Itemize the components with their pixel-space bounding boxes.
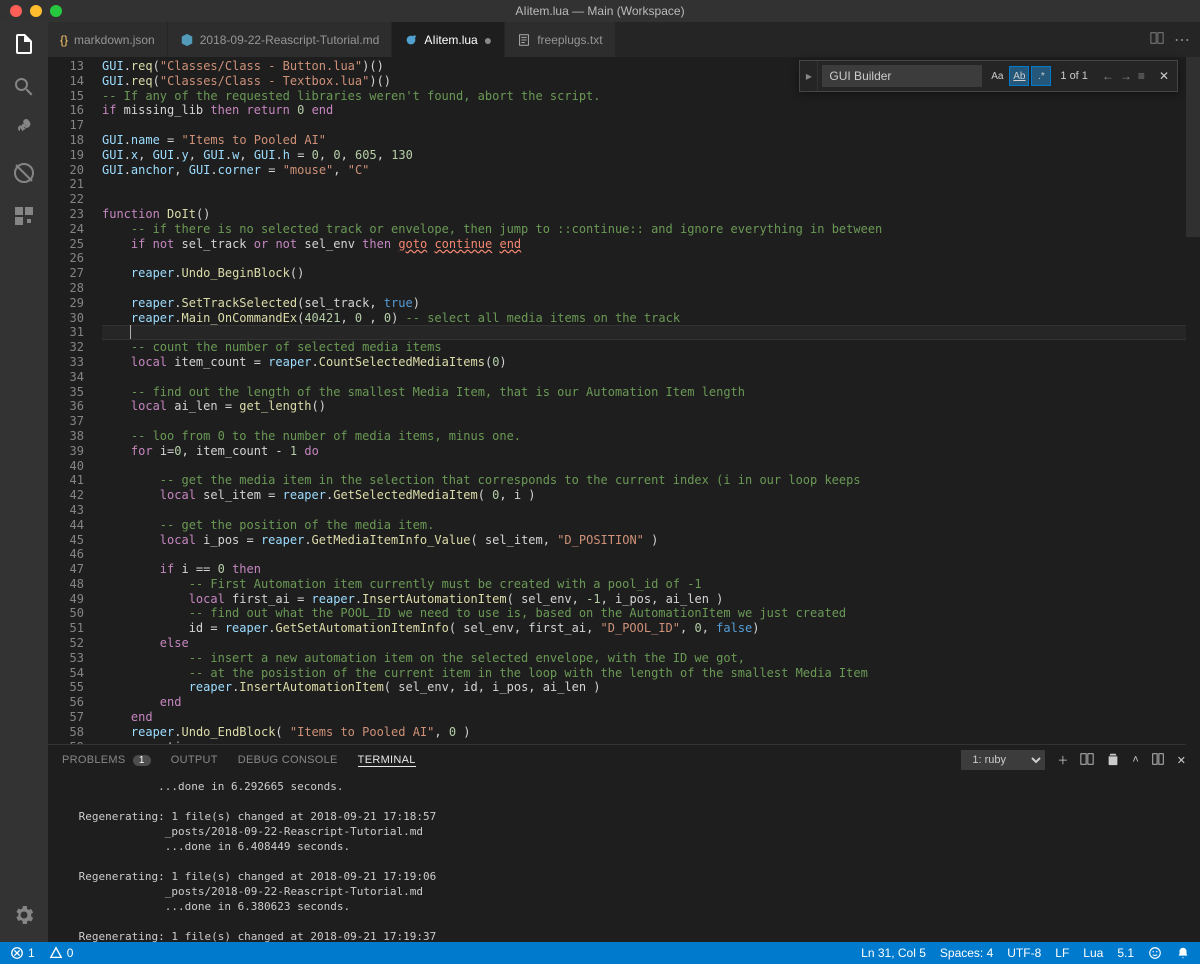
bottom-panel: PROBLEMS 1 OUTPUT DEBUG CONSOLE TERMINAL… bbox=[48, 744, 1200, 942]
status-bell-icon[interactable] bbox=[1176, 946, 1190, 960]
find-prev-icon[interactable]: ← bbox=[1102, 69, 1114, 83]
settings-gear-icon[interactable] bbox=[12, 903, 36, 930]
split-editor-icon[interactable] bbox=[1150, 31, 1164, 48]
status-eol[interactable]: LF bbox=[1055, 946, 1069, 960]
find-input[interactable] bbox=[822, 65, 982, 87]
find-in-selection-icon[interactable]: ≡ bbox=[1138, 69, 1145, 83]
code-editor[interactable]: 1314151617181920212223242526272829303132… bbox=[48, 57, 1200, 744]
match-whole-word-toggle[interactable]: Ab bbox=[1009, 66, 1029, 86]
regex-toggle[interactable]: .* bbox=[1031, 66, 1051, 86]
status-spaces[interactable]: Spaces: 4 bbox=[940, 946, 993, 960]
panel-close-icon[interactable]: ✕ bbox=[1177, 754, 1186, 767]
window-maximize-button[interactable] bbox=[50, 5, 62, 17]
tab-aiitem-lua[interactable]: AIitem.lua ● bbox=[392, 22, 505, 57]
tab-bar: {}markdown.json 2018-09-22-Reascript-Tuto… bbox=[48, 22, 1200, 57]
tab-label: freeplugs.txt bbox=[537, 33, 602, 47]
status-bar: 1 0 Ln 31, Col 5 Spaces: 4 UTF-8 LF Lua … bbox=[0, 942, 1200, 964]
activity-bar bbox=[0, 22, 48, 942]
status-version[interactable]: 5.1 bbox=[1117, 946, 1134, 960]
split-terminal-icon[interactable] bbox=[1080, 752, 1094, 769]
minimap[interactable] bbox=[1186, 57, 1200, 942]
status-warnings[interactable]: 0 bbox=[49, 946, 74, 960]
find-expand-toggle[interactable]: ▸ bbox=[800, 61, 818, 91]
source-control-icon[interactable] bbox=[12, 118, 36, 145]
problems-badge: 1 bbox=[133, 755, 151, 766]
extensions-icon[interactable] bbox=[12, 204, 36, 231]
find-widget: ▸ Aa Ab .* 1 of 1 ← → ≡ ✕ bbox=[799, 60, 1178, 92]
tab-freeplugs-txt[interactable]: freeplugs.txt bbox=[505, 22, 615, 57]
find-next-icon[interactable]: → bbox=[1120, 69, 1132, 83]
titlebar: AIitem.lua — Main (Workspace) bbox=[0, 0, 1200, 22]
panel-collapse-icon[interactable]: ˄ bbox=[1132, 754, 1138, 766]
window-close-button[interactable] bbox=[10, 5, 22, 17]
panel-tab-problems[interactable]: PROBLEMS 1 bbox=[62, 754, 151, 766]
status-feedback-icon[interactable] bbox=[1148, 946, 1162, 960]
tab-markdown-json[interactable]: {}markdown.json bbox=[48, 22, 168, 57]
tab-2018-09-22-reascript-tutorial-md[interactable]: 2018-09-22-Reascript-Tutorial.md bbox=[168, 22, 393, 57]
find-result-count: 1 of 1 bbox=[1060, 70, 1088, 82]
terminal-output[interactable]: ...done in 6.292665 seconds. Regeneratin… bbox=[48, 775, 1200, 942]
status-encoding[interactable]: UTF-8 bbox=[1007, 946, 1041, 960]
panel-tab-debug[interactable]: DEBUG CONSOLE bbox=[238, 754, 338, 766]
tab-label: markdown.json bbox=[74, 33, 155, 47]
explorer-icon[interactable] bbox=[12, 32, 36, 59]
panel-maximize-icon[interactable] bbox=[1151, 752, 1165, 769]
minimap-slider[interactable] bbox=[1186, 57, 1200, 237]
panel-tab-output[interactable]: OUTPUT bbox=[171, 754, 218, 766]
search-icon[interactable] bbox=[12, 75, 36, 102]
new-terminal-icon[interactable]: ＋ bbox=[1057, 752, 1068, 768]
tab-label: 2018-09-22-Reascript-Tutorial.md bbox=[200, 33, 380, 47]
match-case-toggle[interactable]: Aa bbox=[987, 66, 1007, 86]
kill-terminal-icon[interactable] bbox=[1106, 752, 1120, 769]
status-language[interactable]: Lua bbox=[1083, 946, 1103, 960]
more-actions-icon[interactable]: ⋯ bbox=[1174, 30, 1190, 50]
status-errors[interactable]: 1 bbox=[10, 946, 35, 960]
tab-dirty-icon: ● bbox=[484, 32, 492, 48]
tab-label: AIitem.lua bbox=[424, 33, 477, 47]
debug-icon[interactable] bbox=[12, 161, 36, 188]
window-minimize-button[interactable] bbox=[30, 5, 42, 17]
panel-tab-terminal[interactable]: TERMINAL bbox=[358, 754, 416, 767]
terminal-selector[interactable]: 1: ruby bbox=[961, 750, 1045, 770]
window-title: AIitem.lua — Main (Workspace) bbox=[515, 4, 684, 18]
find-close-icon[interactable]: ✕ bbox=[1151, 69, 1177, 83]
status-line-col[interactable]: Ln 31, Col 5 bbox=[861, 946, 926, 960]
